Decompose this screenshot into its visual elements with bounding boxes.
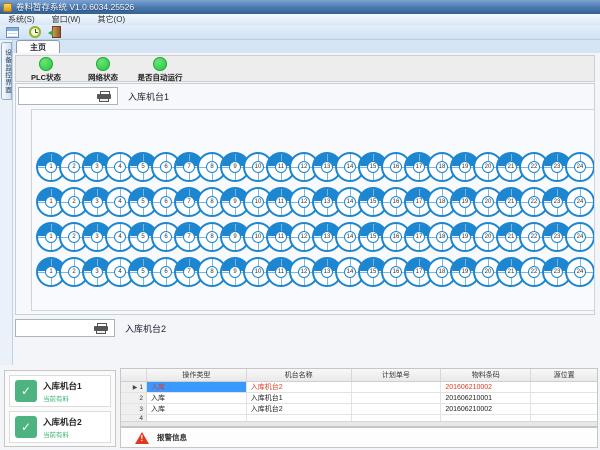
status-green-dot [153,57,167,71]
machine2-printer-button[interactable] [15,319,115,337]
column-header-2[interactable]: 计划单号 [352,369,442,381]
cell-1-0[interactable]: 入库 [147,382,247,392]
menu-window[interactable]: 窗口(W) [52,14,81,25]
machine2-label: 入库机台2 [125,322,166,335]
exit-door-icon[interactable] [49,26,64,39]
row-header[interactable]: ▶1 [121,382,147,392]
printer-icon [97,91,111,102]
cell-1-3[interactable]: 201606210002 [441,382,531,392]
status-item-1: 网络状态 [79,57,127,83]
warning-triangle-icon [135,432,149,444]
cell-4-3[interactable] [441,415,531,421]
row-header[interactable]: 2 [121,393,147,403]
cell-1-4[interactable] [531,382,597,392]
cell-4-2[interactable] [352,415,442,421]
machine-status-cards: ✓入库机台1当前有料✓入库机台2当前有料 [4,370,116,447]
column-header-3[interactable]: 物料条码 [441,369,531,381]
collapsed-side-panel: 设备监控界面 [0,40,13,365]
reel-row-4: 123456789101112131415161718192021222324 [36,257,594,287]
card-title: 入库机台1 [43,380,82,392]
menu-system[interactable]: 系统(S) [8,14,35,25]
tool-bar [0,25,600,40]
status-panel: PLC状态 网络状态 是否自动运行 [15,55,595,82]
cell-4-0[interactable] [147,415,247,421]
reel-slot-4-24[interactable]: 24 [565,257,595,287]
current-row-arrow: ▶ [133,384,138,391]
status-item-0: PLC状态 [22,57,70,83]
menu-other[interactable]: 其它(O) [98,14,126,25]
reel-slot-2-24[interactable]: 24 [565,187,595,217]
machine1-printer-button[interactable] [18,87,118,105]
cell-3-3[interactable]: 201606210002 [441,404,531,414]
cell-2-3[interactable]: 201606210001 [441,393,531,403]
table-row-3[interactable]: 3入库入库机台2 201606210002 [121,404,597,415]
check-icon: ✓ [15,416,37,438]
status-green-dot [96,57,110,71]
table-row-4[interactable]: 4 [121,415,597,421]
calendar-icon[interactable] [5,26,20,39]
card-texts: 入库机台2当前有料 [43,416,82,439]
check-icon: ✓ [15,380,37,402]
reel-row-2: 123456789101112131415161718192021222324 [36,187,594,217]
column-header-1[interactable]: 机台名称 [247,369,352,381]
status-item-2: 是否自动运行 [136,57,184,83]
cell-4-1[interactable] [247,415,352,421]
cell-2-0[interactable]: 入库 [147,393,247,403]
reel-slot-1-24[interactable]: 24 [565,152,595,182]
tab-strip: 主页 [0,40,600,53]
column-header-0[interactable]: 操作类型 [147,369,247,381]
tab-home[interactable]: 主页 [16,40,60,53]
cell-3-4[interactable] [531,404,597,414]
cell-2-2[interactable] [352,393,442,403]
cell-3-1[interactable]: 入库机台2 [247,404,352,414]
status-label: PLC状态 [31,72,61,83]
clock-icon[interactable] [27,26,42,39]
card-status: 当前有料 [43,393,82,403]
table-row-2[interactable]: 2入库入库机台1 201606210001 [121,393,597,404]
machine1-group: 入库机台1 1234567891011121314151617181920212… [15,83,595,315]
machine-card-2[interactable]: ✓ 入库机台2当前有料 [9,411,111,443]
window-title: 卷料暂存系统 V1.0.6034.25526 [16,1,134,13]
machine-card-1[interactable]: ✓ 入库机台1当前有料 [9,375,111,407]
table-body: ▶1入库入库机台22016062100022入库入库机台120160621000… [121,382,597,421]
machine2-header: 入库机台2 [15,317,595,339]
cell-1-2[interactable] [352,382,442,392]
table-horizontal-scrollbar[interactable] [121,421,597,426]
cell-1-1[interactable]: 入库机台2 [247,382,352,392]
menu-bar: 系统(S) 窗口(W) 其它(O) [0,14,600,25]
alarm-label: 报警信息 [157,432,187,443]
task-table: 操作类型机台名称计划单号物料条码源位置 ▶1入库入库机台220160621000… [120,368,598,427]
column-header-4[interactable]: 源位置 [531,369,597,381]
reel-panel: 123456789101112131415161718192021222324 1… [31,109,595,311]
side-panel-vertical-tab[interactable]: 设备监控界面 [1,42,12,100]
alarm-bar: 报警信息 [120,427,598,448]
title-bar[interactable]: 卷料暂存系统 V1.0.6034.25526 [0,0,600,14]
cell-3-2[interactable] [352,404,442,414]
status-label: 是否自动运行 [138,72,183,83]
cell-3-0[interactable]: 入库 [147,404,247,414]
card-status: 当前有料 [43,429,82,439]
app-icon [3,3,12,12]
reel-row-3: 123456789101112131415161718192021222324 [36,222,594,252]
reel-slot-3-24[interactable]: 24 [565,222,595,252]
table-row-1[interactable]: ▶1入库入库机台2 201606210002 [121,382,597,393]
machine1-label: 入库机台1 [128,90,169,103]
reel-row-1: 123456789101112131415161718192021222324 [36,152,594,182]
status-green-dot [39,57,53,71]
side-panel-tab-label: 设备监控界面 [2,49,12,94]
machine1-header: 入库机台1 [18,87,169,105]
row-header[interactable]: 3 [121,404,147,414]
app-window: 卷料暂存系统 V1.0.6034.25526 系统(S) 窗口(W) 其它(O)… [0,0,600,450]
cell-2-4[interactable] [531,393,597,403]
card-title: 入库机台2 [43,416,82,428]
cell-2-1[interactable]: 入库机台1 [247,393,352,403]
table-header-row: 操作类型机台名称计划单号物料条码源位置 [121,369,597,382]
printer-icon [94,323,108,334]
table-corner-header [121,369,147,381]
cell-4-4[interactable] [531,415,597,421]
card-texts: 入库机台1当前有料 [43,380,82,403]
row-header[interactable]: 4 [121,415,147,421]
status-label: 网络状态 [88,72,118,83]
